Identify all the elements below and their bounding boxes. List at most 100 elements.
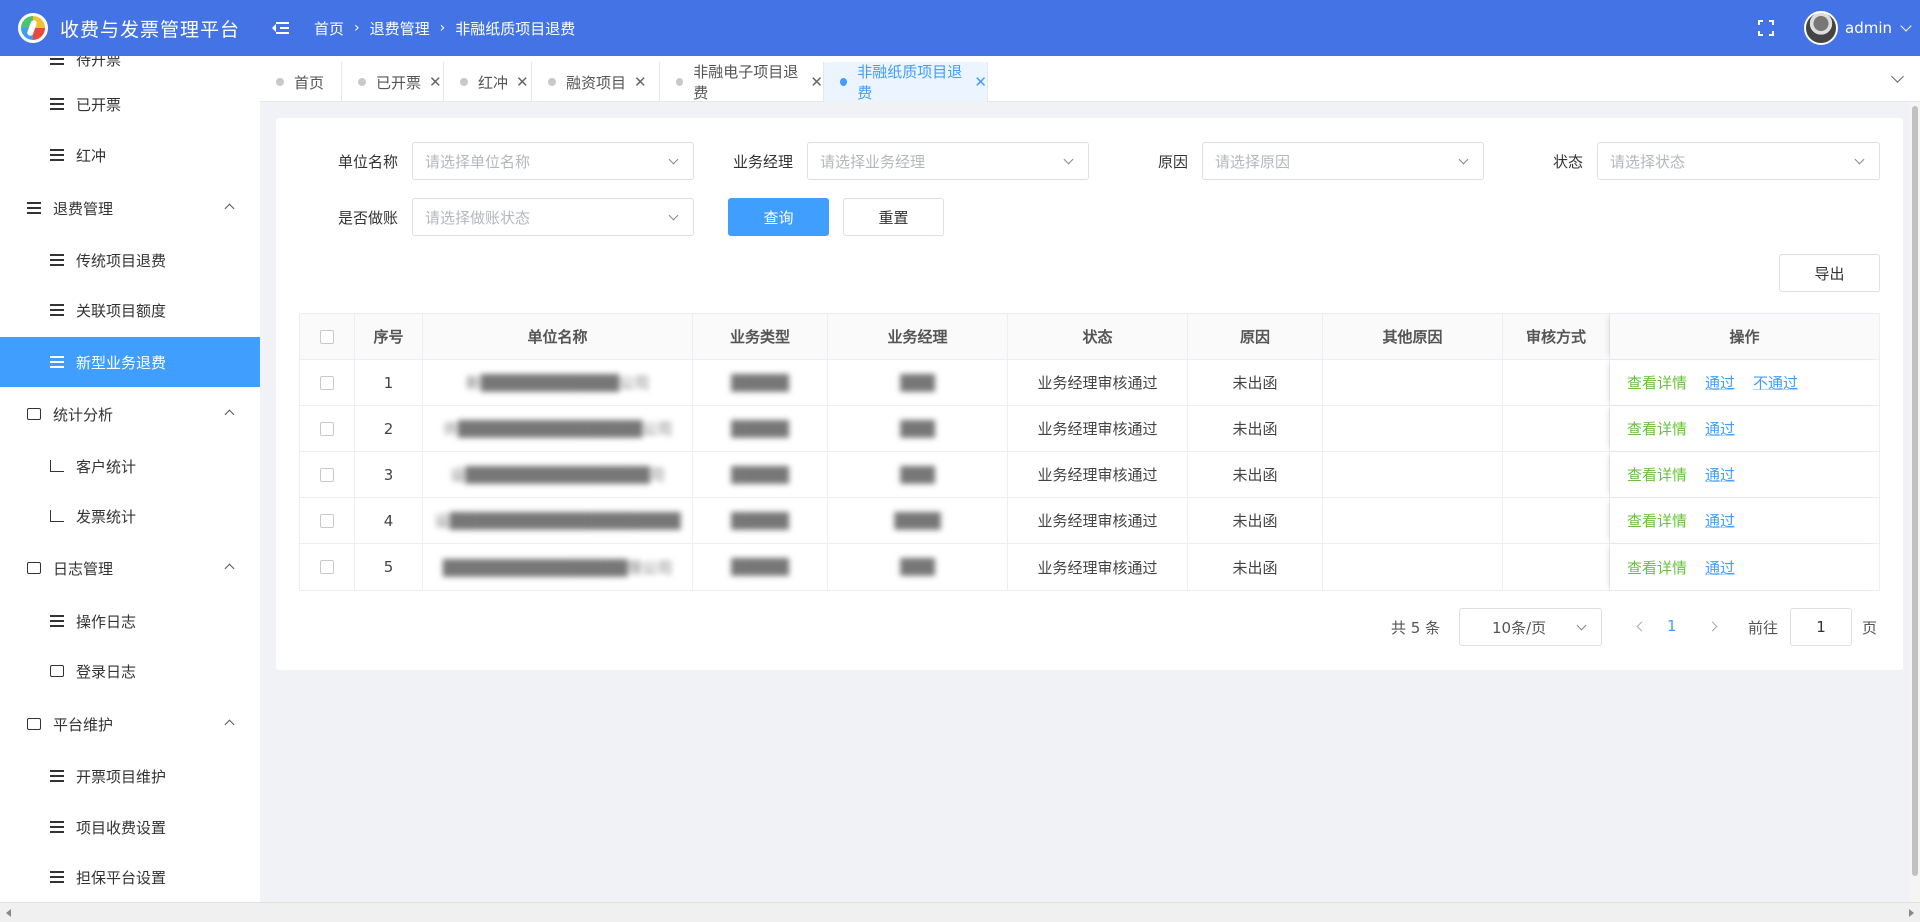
sidebar-group-refund[interactable]: 退费管理 — [0, 183, 260, 233]
cell-text: 新████████████公司 — [465, 374, 650, 392]
row-checkbox[interactable] — [320, 513, 334, 528]
list-icon — [50, 770, 64, 782]
view-details-link[interactable]: 查看详情 — [1627, 418, 1687, 439]
sidebar-group-maintenance[interactable]: 平台维护 — [0, 699, 260, 749]
close-icon[interactable]: ✕ — [810, 73, 823, 91]
sidebar-item-invoice-project[interactable]: 开票项目维护 — [0, 751, 260, 801]
tab-invoiced[interactable]: 已开票 ✕ — [342, 62, 444, 102]
sidebar-item-guarantee-platform[interactable]: 担保平台设置 — [0, 852, 260, 902]
row-checkbox[interactable] — [320, 421, 334, 436]
tab-red-reversal[interactable]: 红冲 ✕ — [444, 62, 532, 102]
chevron-right-icon: › — [439, 20, 446, 36]
reject-link[interactable]: 不通过 — [1753, 372, 1798, 393]
sidebar-group-statistics[interactable]: 统计分析 — [0, 389, 260, 439]
approve-link[interactable]: 通过 — [1705, 510, 1735, 531]
breadcrumb-home[interactable]: 首页 — [314, 18, 344, 39]
avatar[interactable] — [1804, 11, 1838, 45]
close-icon[interactable]: ✕ — [516, 73, 529, 91]
cell-reason: 未出函 — [1188, 498, 1323, 543]
sidebar-item-login-log[interactable]: 登录日志 — [0, 646, 260, 696]
user-name[interactable]: admin — [1845, 19, 1892, 37]
sidebar-item-invoice-stats[interactable]: 发票统计 — [0, 491, 260, 541]
chevron-up-icon — [224, 203, 235, 214]
tab-electronic-refund[interactable]: 非融电子项目退费 ✕ — [660, 62, 824, 102]
sidebar-item-new-business-refund[interactable]: 新型业务退费 — [0, 337, 260, 387]
cell-text: 未出函 — [1232, 558, 1278, 577]
cell-audit — [1503, 360, 1610, 405]
tab-dot-icon — [676, 78, 684, 86]
tab-home[interactable]: 首页 — [260, 62, 342, 102]
reset-button[interactable]: 重置 — [843, 198, 944, 236]
row-checkbox[interactable] — [320, 560, 334, 574]
select-all-checkbox[interactable] — [320, 329, 334, 344]
sidebar-item-label: 登录日志 — [76, 662, 137, 681]
query-button[interactable]: 查询 — [728, 198, 829, 236]
breadcrumb-refund[interactable]: 退费管理 — [370, 18, 430, 39]
cell-unit: 许████████████████公司 — [423, 406, 693, 451]
table-row: 3 设████████████████司 █████ ███ 业务经理审核通过 未出函 查看… — [300, 452, 1879, 498]
cell-unit: 设████████████████████ — [423, 498, 693, 543]
view-details-link[interactable]: 查看详情 — [1627, 557, 1687, 578]
row-checkbox[interactable] — [320, 467, 334, 482]
cell-text: 设████████████████████ — [434, 512, 681, 530]
sidebar-item-operation-log[interactable]: 操作日志 — [0, 596, 260, 646]
sidebar-fold-icon[interactable] — [272, 21, 290, 35]
unit-name-select[interactable]: 请选择单位名称 — [412, 142, 694, 180]
log-icon — [27, 562, 41, 574]
view-details-link[interactable]: 查看详情 — [1627, 464, 1687, 485]
sidebar-item-customer-stats[interactable]: 客户统计 — [0, 441, 260, 491]
close-icon[interactable]: ✕ — [974, 73, 987, 91]
sidebar-item-traditional-refund[interactable]: 传统项目退费 — [0, 235, 260, 285]
sidebar-item-fee-settings[interactable]: 项目收费设置 — [0, 802, 260, 852]
reason-select[interactable]: 请选择原因 — [1202, 142, 1484, 180]
cell-text: 业务经理审核通过 — [1037, 466, 1158, 484]
scroll-thumb[interactable] — [1912, 106, 1918, 876]
cell-text: 许████████████████公司 — [442, 420, 673, 438]
page-size-select[interactable]: 10条/页 — [1459, 608, 1602, 646]
row-actions-cell: 查看详情 通过 — [1610, 406, 1879, 451]
horizontal-scrollbar[interactable] — [0, 902, 1920, 922]
view-details-link[interactable]: 查看详情 — [1627, 372, 1687, 393]
sidebar-item-red-reversal[interactable]: 红冲 — [0, 130, 260, 180]
sidebar-item-invoiced[interactable]: 已开票 — [0, 79, 260, 129]
cell-no: 3 — [355, 452, 423, 497]
chevron-down-icon — [668, 210, 679, 221]
sidebar-group-logs[interactable]: 日志管理 — [0, 543, 260, 593]
tab-paper-refund[interactable]: 非融纸质项目退费 ✕ — [824, 62, 988, 102]
status-select[interactable]: 请选择状态 — [1597, 142, 1880, 180]
cell-text: 2 — [383, 419, 394, 438]
view-details-link[interactable]: 查看详情 — [1627, 510, 1687, 531]
scroll-right-icon[interactable] — [1909, 909, 1914, 917]
row-checkbox[interactable] — [320, 375, 334, 390]
approve-link[interactable]: 通过 — [1705, 418, 1735, 439]
cell-no: 5 — [355, 544, 423, 590]
approve-link[interactable]: 通过 — [1705, 557, 1735, 578]
table-row: 4 设████████████████████ █████ ████ 业务经理审核通过未… — [300, 498, 1879, 544]
vertical-scrollbar[interactable] — [1910, 102, 1920, 902]
chevron-down-icon — [1854, 154, 1865, 165]
pagination-total: 共 5 条 — [1391, 619, 1441, 637]
export-button[interactable]: 导出 — [1779, 254, 1880, 292]
tab-financing[interactable]: 融资项目 ✕ — [532, 62, 660, 102]
table-row: 5 ████████████████限公司 █████ ███ 业务经理审核通过 未出函查… — [300, 544, 1879, 590]
close-icon[interactable]: ✕ — [634, 73, 647, 91]
goto-page-input[interactable]: 1 — [1790, 608, 1852, 646]
cell-text: █████ — [731, 373, 789, 392]
bar-chart-icon — [50, 510, 64, 522]
scroll-left-icon[interactable] — [6, 909, 11, 917]
account-select[interactable]: 请选择做账状态 — [412, 198, 694, 236]
chevron-down-icon[interactable] — [1900, 20, 1912, 32]
grid-icon — [27, 718, 41, 730]
page-number[interactable]: 1 — [1667, 617, 1677, 635]
chevron-down-icon[interactable] — [1891, 70, 1904, 83]
list-icon — [50, 254, 64, 266]
fullscreen-icon[interactable] — [1758, 20, 1774, 36]
manager-select[interactable]: 请选择业务经理 — [807, 142, 1089, 180]
cell-reason: 未出函 — [1188, 452, 1323, 497]
cell-no: 2 — [355, 406, 423, 451]
close-icon[interactable]: ✕ — [429, 73, 442, 91]
tab-label: 红冲 — [478, 73, 509, 92]
approve-link[interactable]: 通过 — [1705, 372, 1735, 393]
sidebar-item-linked-quota[interactable]: 关联项目额度 — [0, 285, 260, 335]
approve-link[interactable]: 通过 — [1705, 464, 1735, 485]
